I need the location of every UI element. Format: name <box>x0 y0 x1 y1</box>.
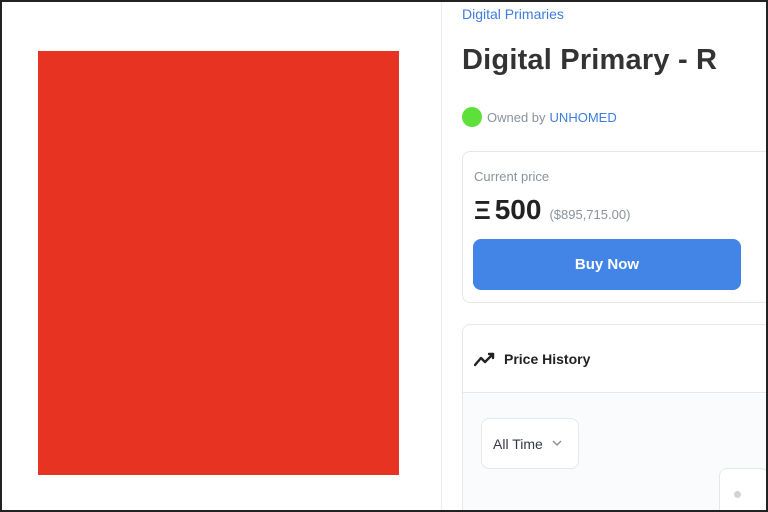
price-history-header[interactable]: Price History <box>463 325 768 393</box>
time-range-value: All Time <box>493 435 543 452</box>
collection-link[interactable]: Digital Primaries <box>462 6 564 22</box>
owner-avatar[interactable] <box>462 107 482 127</box>
time-range-select[interactable]: All Time <box>481 418 579 469</box>
chevron-down-icon <box>552 440 562 447</box>
owner-row: Owned by UNHOMED <box>462 107 617 127</box>
price-history-card: Price History All Time <box>462 324 768 512</box>
current-price-label: Current price <box>474 169 550 184</box>
ethereum-icon: Ξ <box>474 195 491 225</box>
price-row: Ξ 500 ($895,715.00) <box>474 194 630 226</box>
price-card: Current price Ξ 500 ($895,715.00) Buy No… <box>462 151 768 303</box>
owner-prefix: Owned by <box>487 109 546 125</box>
price-usd: ($895,715.00) <box>549 207 631 222</box>
chart-placeholder-widget <box>719 468 768 512</box>
loading-dot-icon <box>734 491 741 498</box>
price-amount: 500 <box>494 194 542 225</box>
owner-link[interactable]: UNHOMED <box>550 110 617 125</box>
buy-now-button[interactable]: Buy Now <box>473 239 741 290</box>
item-title: Digital Primary - R <box>462 44 718 76</box>
price-history-body: All Time <box>463 394 768 512</box>
artwork-image[interactable] <box>38 51 399 475</box>
price-history-title: Price History <box>504 350 591 367</box>
trend-line-icon <box>474 352 495 366</box>
item-details-panel: Digital Primaries Digital Primary - R Ow… <box>443 2 768 512</box>
media-panel <box>2 2 442 510</box>
